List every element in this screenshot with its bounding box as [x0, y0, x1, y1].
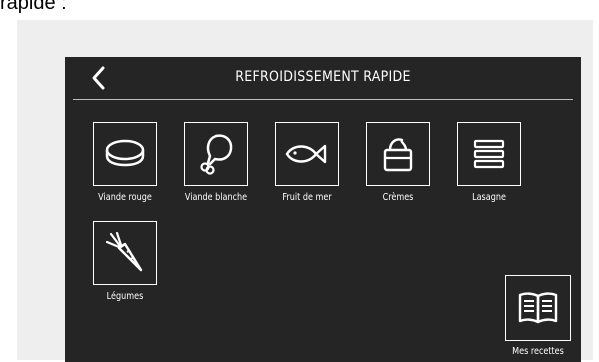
- category-legumes[interactable]: Légumes: [81, 221, 169, 302]
- my-recipes-button[interactable]: Mes recettes: [497, 275, 579, 357]
- header: REFROIDISSEMENT RAPIDE: [65, 57, 581, 99]
- category-viande-blanche[interactable]: Viande blanche: [172, 122, 260, 203]
- category-cremes[interactable]: Crèmes: [354, 122, 442, 203]
- page-caption: rapide :: [0, 0, 67, 14]
- chicken-leg-icon: [200, 134, 233, 175]
- fish-icon: [285, 144, 327, 164]
- cream-jar-icon: [383, 138, 413, 172]
- category-lasagne[interactable]: Lasagne: [445, 122, 533, 203]
- book-icon: [518, 292, 558, 324]
- category-icon-box: [275, 122, 339, 186]
- page-title: REFROIDISSEMENT RAPIDE: [235, 69, 411, 85]
- carrot-icon: [105, 231, 143, 272]
- category-label: Viande rouge: [98, 192, 152, 203]
- category-label: Lasagne: [472, 192, 506, 203]
- category-icon-box: [184, 122, 248, 186]
- steak-icon: [105, 139, 145, 167]
- category-label: Crèmes: [382, 192, 414, 203]
- category-viande-rouge[interactable]: Viande rouge: [81, 122, 169, 203]
- device-frame: REFROIDISSEMENT RAPIDE Viande rouge Vian…: [17, 20, 593, 362]
- category-label: Viande blanche: [184, 192, 248, 203]
- touch-screen: REFROIDISSEMENT RAPIDE Viande rouge Vian…: [65, 57, 581, 362]
- lasagna-icon: [473, 139, 505, 169]
- recipes-label: Mes recettes: [512, 346, 564, 357]
- category-fruit-de-mer[interactable]: Fruit de mer: [263, 122, 351, 203]
- category-icon-box: [366, 122, 430, 186]
- category-label: Fruit de mer: [282, 192, 332, 203]
- category-icon-box: [93, 122, 157, 186]
- category-icon-box: [93, 221, 157, 285]
- category-icon-box: [457, 122, 521, 186]
- header-divider: [73, 99, 573, 100]
- category-label: Légumes: [106, 291, 144, 302]
- recipes-icon-box: [505, 275, 571, 341]
